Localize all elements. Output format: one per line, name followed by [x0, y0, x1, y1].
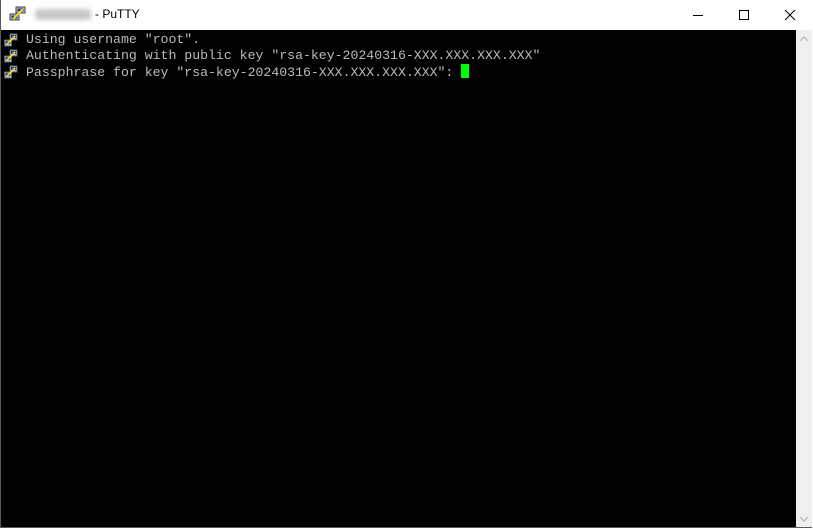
title-label: - PuTTY — [95, 7, 140, 21]
chevron-down-icon — [799, 515, 809, 522]
putty-app-icon[interactable] — [9, 6, 27, 22]
minimize-icon — [693, 14, 703, 16]
redacted-hostname — [35, 9, 91, 21]
terminal-line: Using username "root". — [1, 32, 200, 48]
putty-icon — [4, 49, 18, 63]
minimize-button[interactable] — [675, 0, 721, 29]
maximize-icon — [739, 9, 749, 20]
vertical-scrollbar[interactable] — [796, 30, 812, 527]
title-bar[interactable]: - PuTTY — [1, 0, 812, 30]
terminal-area[interactable]: Using username "root". Authenticating wi… — [1, 30, 796, 527]
close-icon — [784, 9, 796, 20]
maximize-button[interactable] — [721, 0, 767, 29]
putty-icon — [4, 33, 18, 47]
putty-window: - PuTTY Using username "root". Authentic… — [0, 0, 812, 528]
text-cursor — [461, 64, 470, 78]
terminal-line: Authenticating with public key "rsa-key-… — [1, 48, 540, 64]
close-button[interactable] — [767, 0, 813, 29]
passphrase-prompt: Passphrase for key "rsa-key-20240316-XXX… — [26, 65, 462, 80]
scroll-down-button[interactable] — [796, 510, 812, 527]
line-text: Authenticating with public key "rsa-key-… — [26, 48, 541, 63]
line-text: Using username "root". — [26, 32, 201, 47]
putty-icon — [4, 65, 18, 79]
window-title: - PuTTY — [35, 7, 140, 21]
line-text: Passphrase for key "rsa-key-20240316-XXX… — [26, 64, 470, 81]
chevron-up-icon — [799, 35, 809, 42]
terminal-line: Passphrase for key "rsa-key-20240316-XXX… — [1, 64, 470, 80]
scroll-up-button[interactable] — [796, 30, 812, 47]
